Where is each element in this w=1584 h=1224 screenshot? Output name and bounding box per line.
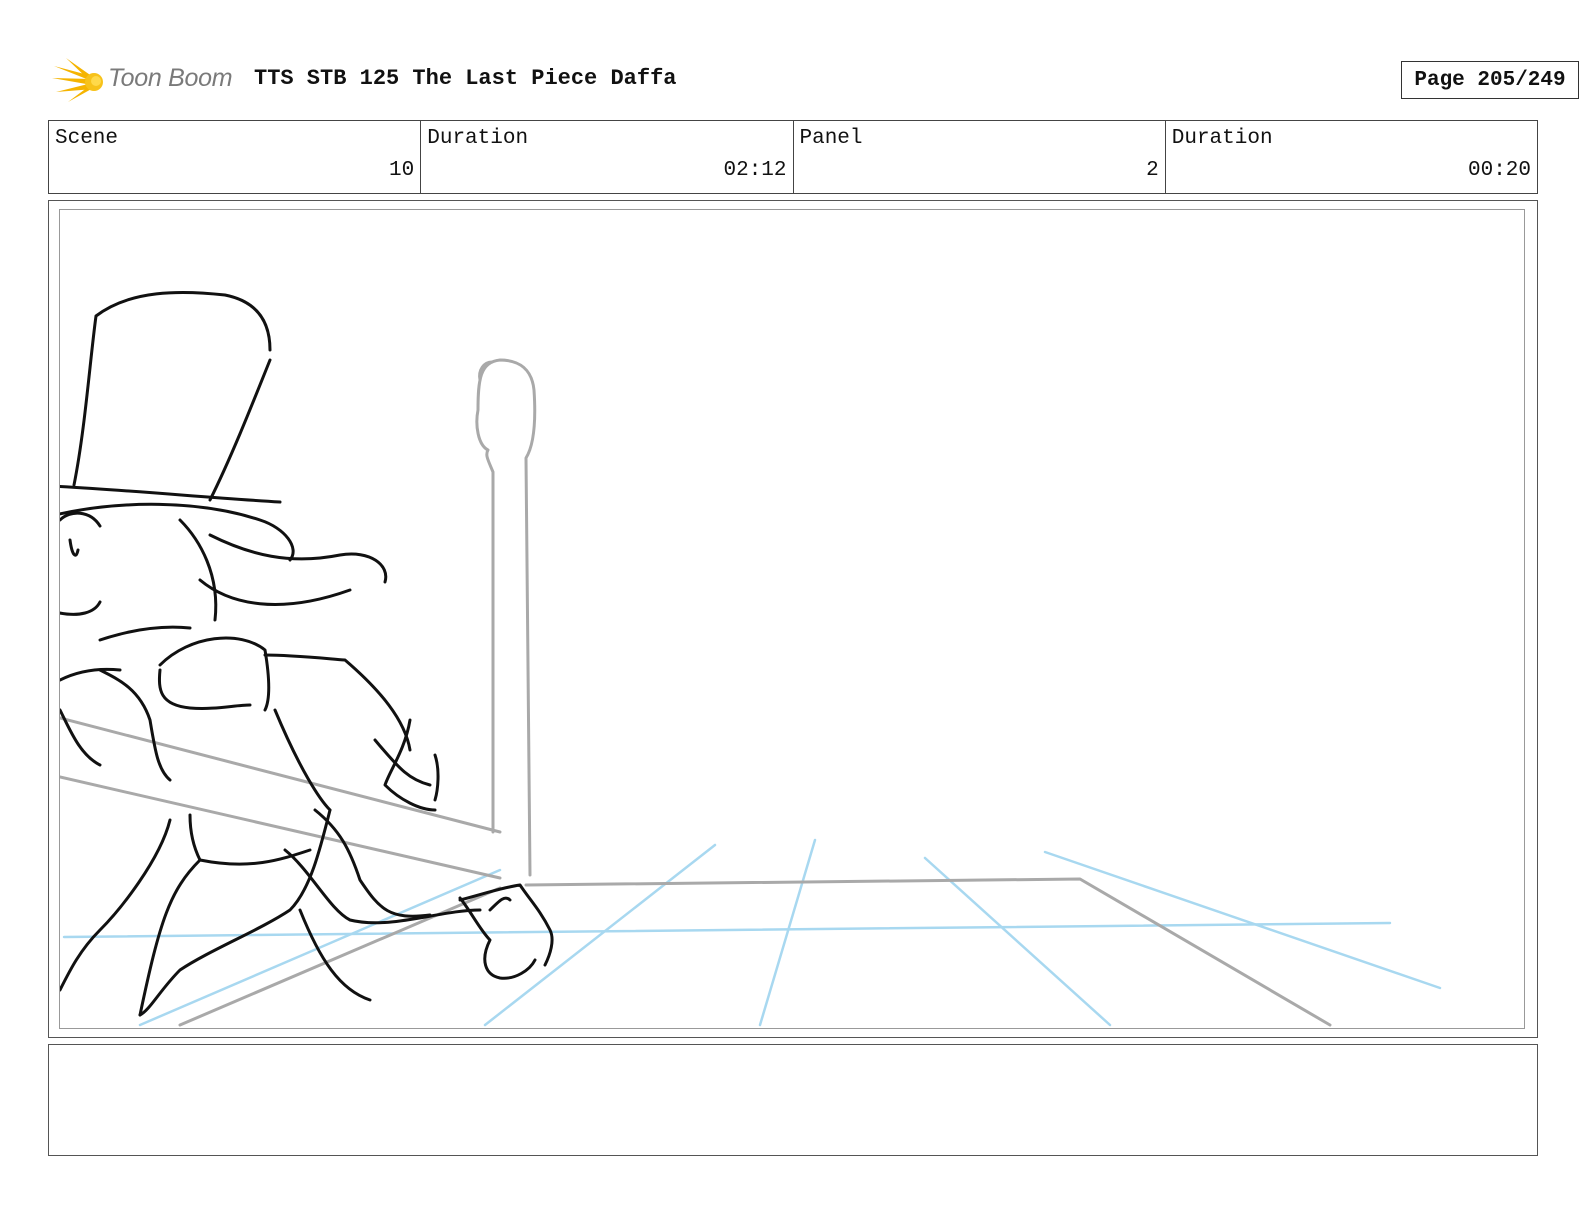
panel-notes-box: [48, 1044, 1538, 1156]
scene-duration-cell: Duration 02:12: [421, 121, 794, 193]
scene-info-table: Scene 10 Duration 02:12 Panel 2 Duration…: [48, 120, 1538, 194]
starburst-icon: [52, 58, 103, 102]
perspective-guides: [62, 838, 1442, 1027]
panel-duration-value: 00:20: [1467, 159, 1531, 182]
panel-label: Panel: [799, 127, 863, 150]
panel-cell: Panel 2: [794, 121, 1166, 193]
scene-duration-label: Duration: [427, 127, 529, 150]
scene-duration-value: 02:12: [723, 159, 787, 182]
scene-cell: Scene 10: [49, 121, 422, 193]
panel-duration-label: Duration: [1171, 127, 1273, 150]
toon-boom-logo: Toon Boom: [52, 56, 242, 104]
logo-text: Toon Boom: [108, 64, 233, 92]
document-title: TTS STB 125 The Last Piece Daffa: [254, 66, 677, 91]
page-indicator: Page 205/249: [1401, 61, 1579, 99]
storyboard-panel: [48, 200, 1538, 1038]
scene-value: 10: [389, 159, 415, 182]
panel-drawing-area: [59, 209, 1525, 1029]
panel-duration-cell: Duration 00:20: [1166, 121, 1537, 193]
page-header: Toon Boom TTS STB 125 The Last Piece Daf…: [48, 56, 1579, 104]
storyboard-sketch: [60, 290, 1442, 1027]
panel-value: 2: [1146, 159, 1159, 182]
scene-label: Scene: [55, 127, 119, 150]
